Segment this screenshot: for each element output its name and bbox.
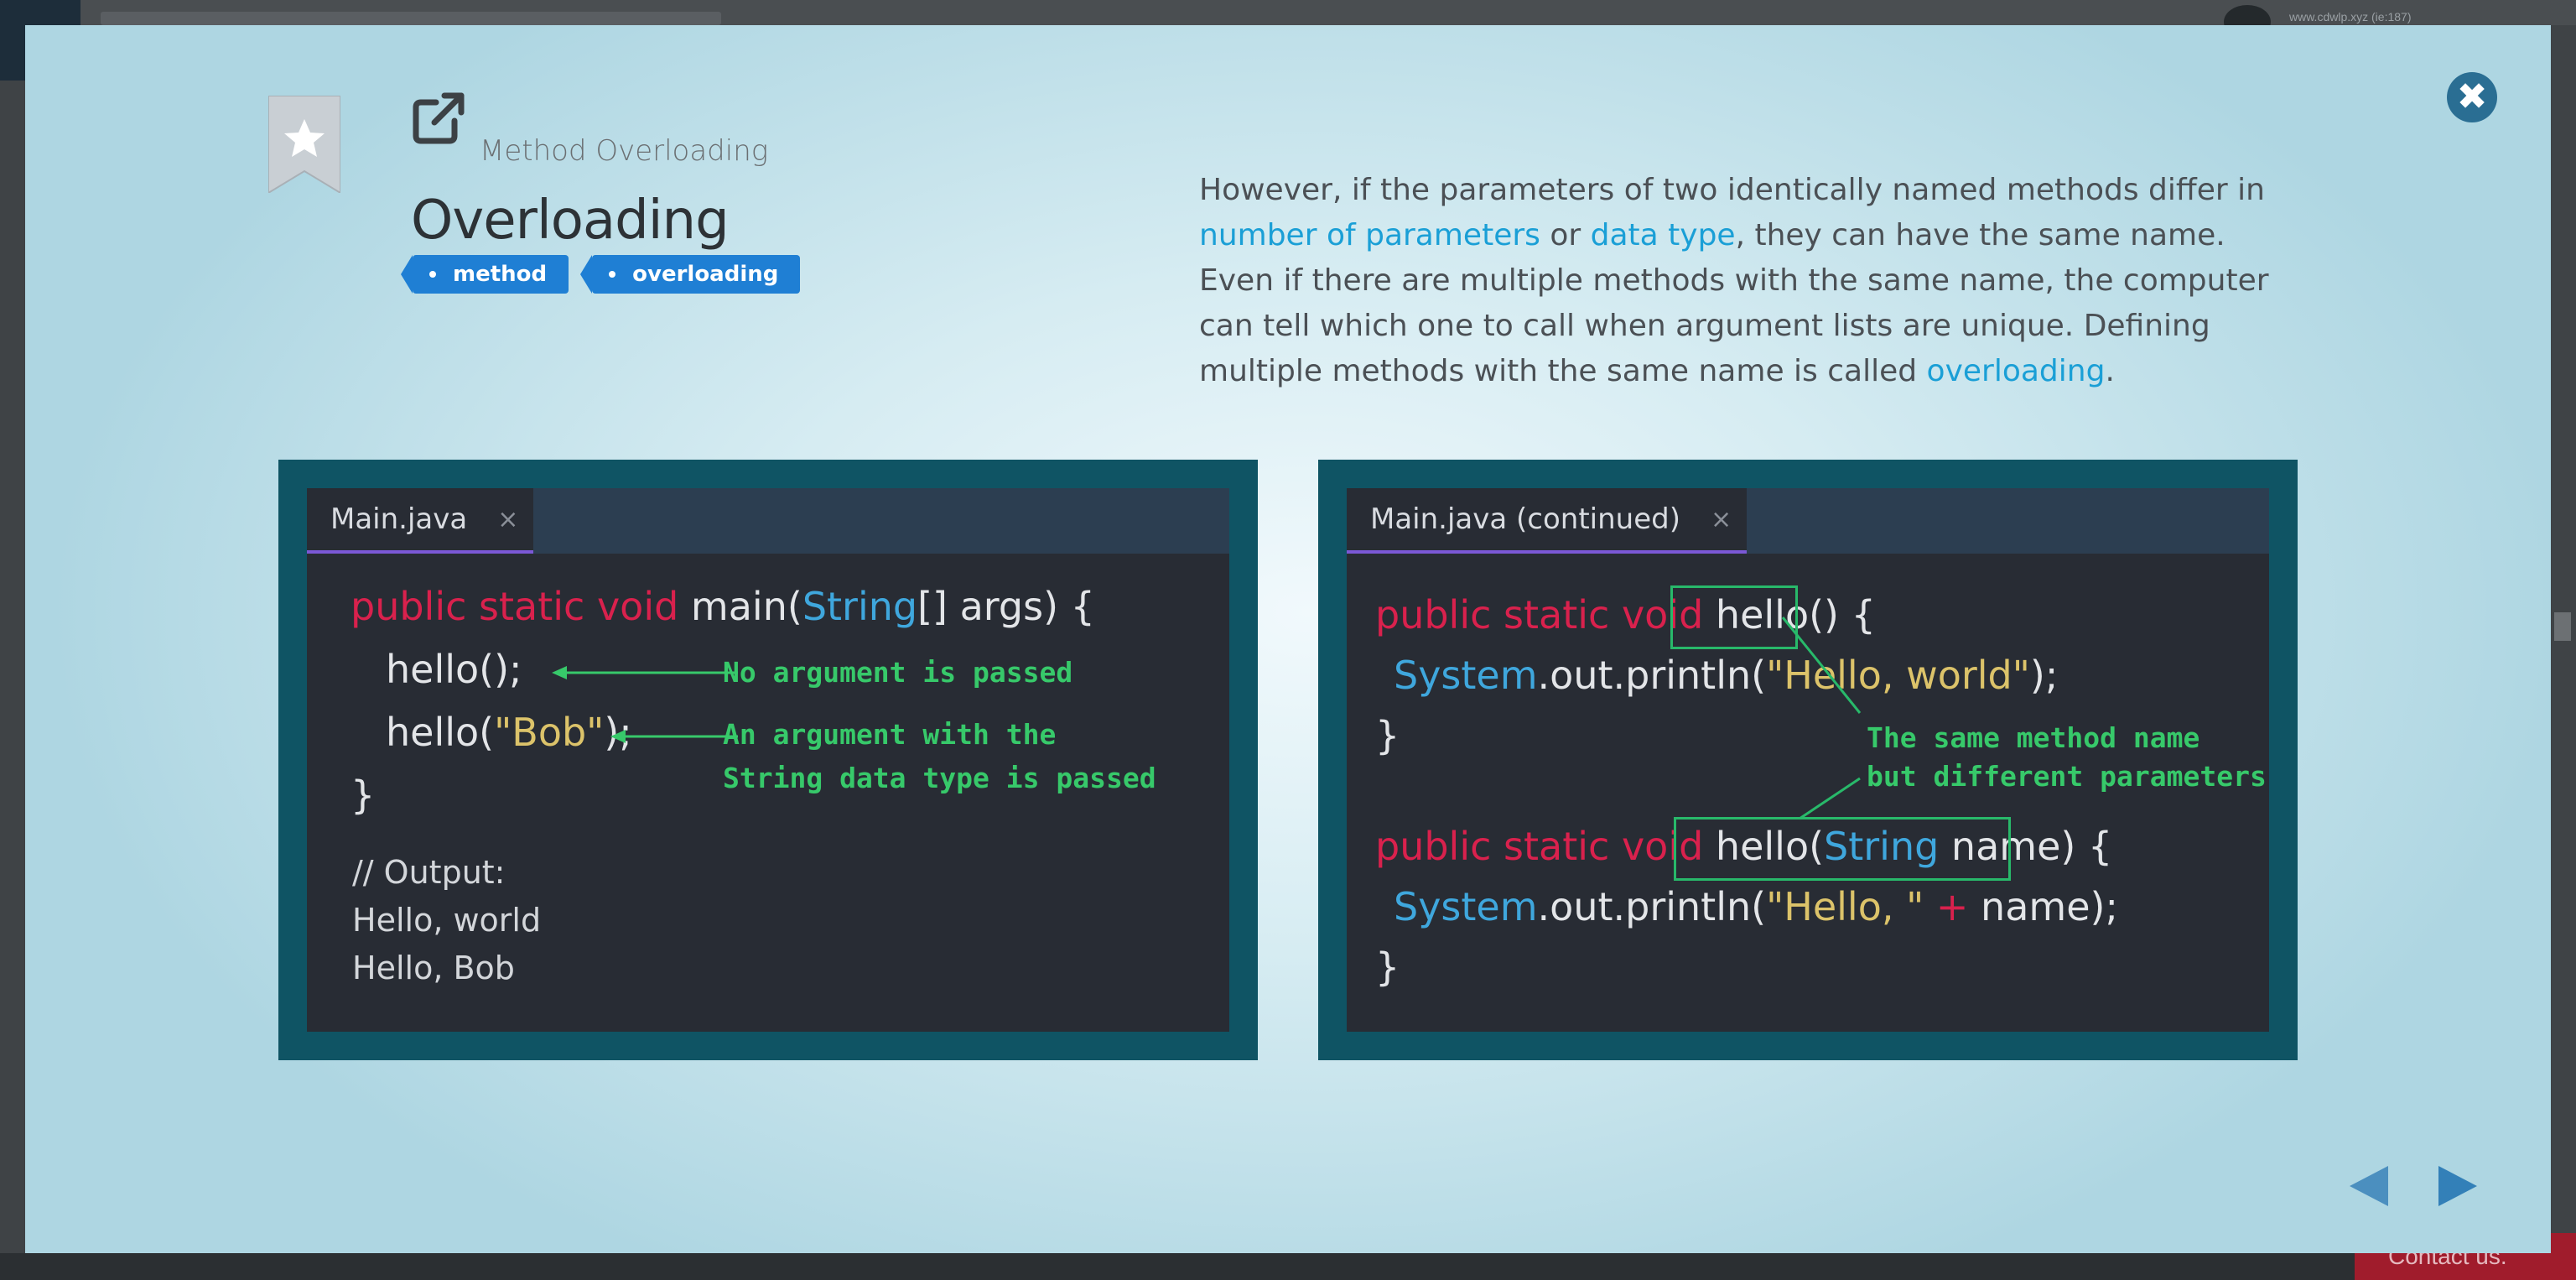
description-text: .: [2105, 354, 2115, 388]
code-line: hello();: [386, 647, 522, 692]
arrow-left-icon[interactable]: [2348, 1163, 2390, 1210]
lesson-description: However, if the parameters of two identi…: [1199, 168, 2289, 394]
editor-tabbar: Main.java (continued) ×: [1347, 488, 2269, 554]
annotation-same-name-line-2: but different parameters: [1867, 760, 2267, 793]
background-footer: [0, 1253, 2355, 1280]
code-operator: +: [1924, 884, 1981, 929]
keyword-link-overloading[interactable]: overloading: [1927, 354, 2106, 388]
code-type: String: [802, 584, 918, 629]
tab-label: Main.java (continued): [1370, 502, 1680, 536]
output-comment: // Output:: [352, 854, 506, 891]
code-text: hello(: [386, 710, 495, 755]
code-text: main(: [678, 584, 802, 629]
tag-list: method overloading: [400, 255, 801, 294]
annotation-argument-line-1: An argument with the: [723, 718, 1057, 751]
code-line: public static void main(String[] args) {: [351, 587, 1095, 626]
keyword-link-data-type[interactable]: data type: [1591, 218, 1736, 252]
description-text: or: [1540, 218, 1591, 252]
background-user-text: www.cdwlp.xyz (ie:187): [2289, 10, 2412, 23]
code-line: }: [1375, 944, 1400, 990]
editor-tabbar: Main.java ×: [307, 488, 1229, 554]
annotation-same-name-line-1: The same method name: [1867, 721, 2200, 754]
tab-main-java-continued[interactable]: Main.java (continued) ×: [1347, 488, 1748, 554]
tab-close-icon[interactable]: ×: [497, 505, 518, 534]
code-panel-right: Main.java (continued) × public static vo…: [1318, 460, 2298, 1060]
bookmark-star-icon[interactable]: [268, 96, 340, 193]
annotation-arrows: [552, 666, 738, 743]
code-text: .out.println(: [1537, 884, 1767, 929]
code-type: System: [1394, 884, 1538, 929]
code-line: }: [351, 773, 376, 818]
code-text: [] args) {: [917, 584, 1095, 629]
lesson-subtitle: Method Overloading: [480, 134, 769, 168]
code-keyword: public static void: [1375, 592, 1704, 637]
background-search-bar: [101, 12, 721, 25]
code-editor: Main.java × public static void main(Stri…: [307, 488, 1229, 1032]
scrollbar-thumb[interactable]: [2554, 612, 2571, 641]
external-link-icon[interactable]: [411, 91, 466, 146]
close-button[interactable]: ✖: [2447, 72, 2497, 122]
tab-main-java[interactable]: Main.java ×: [307, 488, 534, 554]
code-text: .out.println(: [1537, 653, 1767, 698]
code-keyword: public static void: [1375, 824, 1704, 869]
page-title: Overloading: [411, 190, 730, 252]
code-keyword: public static void: [351, 584, 679, 629]
output-line: Hello, Bob: [352, 950, 515, 986]
description-text: However, if the parameters of two identi…: [1199, 173, 2265, 207]
arrow-right-icon[interactable]: [2437, 1163, 2479, 1210]
tag-overloading[interactable]: overloading: [580, 255, 801, 294]
code-string: "Hello, ": [1766, 884, 1924, 929]
output-line: Hello, world: [352, 902, 542, 939]
code-editor: Main.java (continued) × public static vo…: [1347, 488, 2269, 1032]
keyword-link-number-of-parameters[interactable]: number of parameters: [1199, 218, 1540, 252]
code-line: System.out.println("Hello, " + name);: [1394, 887, 2118, 926]
code-line: }: [1375, 713, 1400, 758]
code-text: name);: [1981, 884, 2118, 929]
code-type: System: [1394, 653, 1538, 698]
code-text: );: [2029, 653, 2059, 698]
close-icon: ✖: [2456, 75, 2488, 118]
tag-method[interactable]: method: [400, 255, 569, 294]
code-text: {: [2075, 824, 2113, 869]
annotation-argument-line-2: String data type is passed: [723, 762, 1156, 794]
code-panel-left: Main.java × public static void main(Stri…: [278, 460, 1258, 1060]
lesson-modal: ✖ Method Overloading Overloading method …: [25, 25, 2551, 1253]
code-line: System.out.println("Hello, world");: [1394, 656, 2058, 695]
tab-label: Main.java: [330, 502, 468, 536]
annotation-no-argument: No argument is passed: [723, 656, 1073, 689]
tab-close-icon[interactable]: ×: [1711, 505, 1732, 534]
